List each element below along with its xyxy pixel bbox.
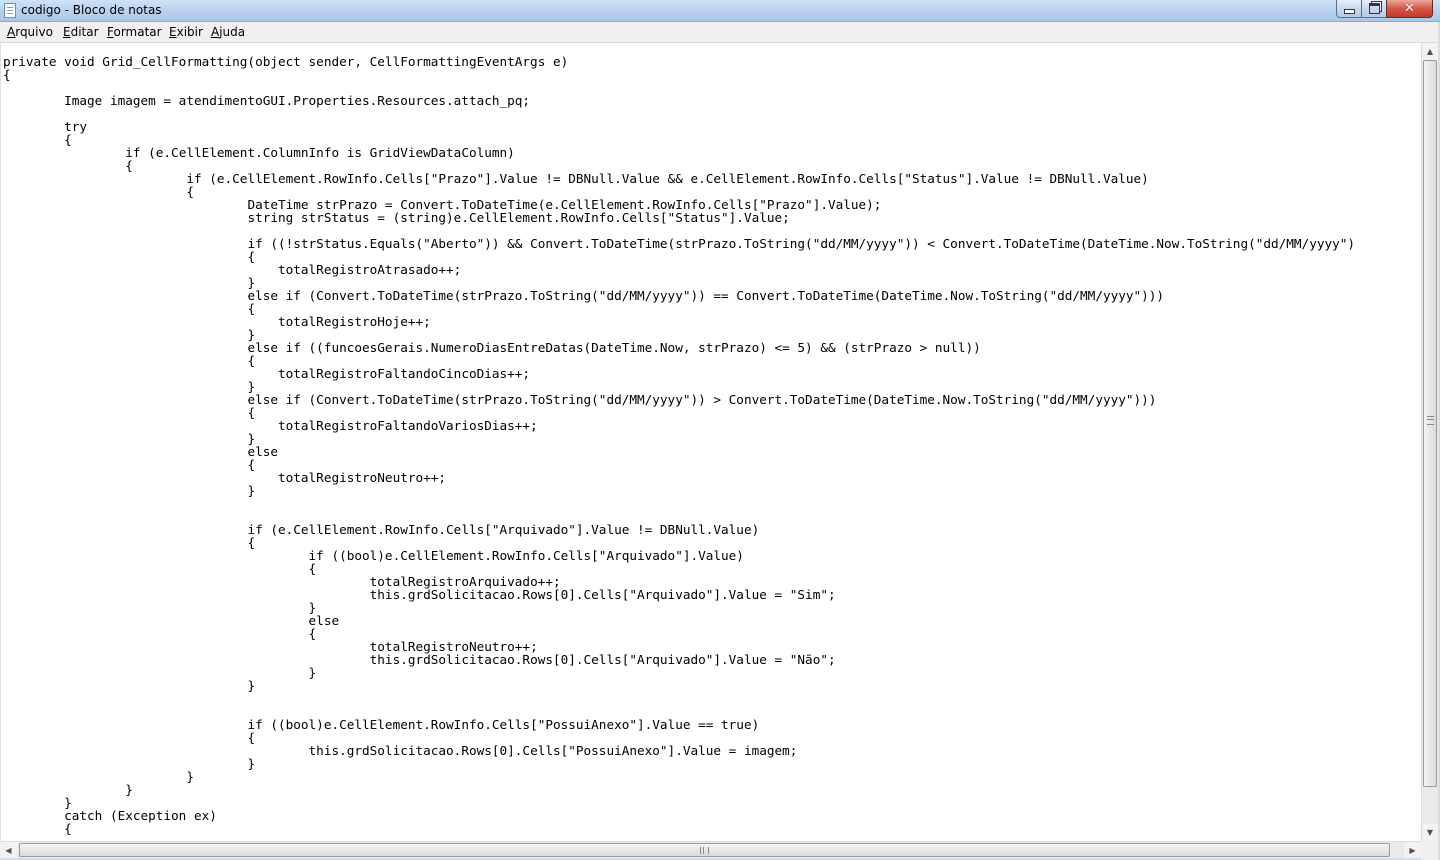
horizontal-scrollbar[interactable]: ◀ ▶ [0,841,1421,858]
minimize-button[interactable] [1336,0,1362,18]
grip-icon [700,847,709,854]
vertical-scroll-thumb[interactable] [1423,60,1437,787]
scroll-right-arrow-icon[interactable]: ▶ [1404,842,1421,858]
close-icon: ✕ [1404,0,1415,16]
vertical-scrollbar[interactable]: ▲ ▼ [1421,43,1438,841]
scroll-left-arrow-icon[interactable]: ◀ [0,842,17,858]
horizontal-scroll-thumb[interactable] [19,843,1390,857]
menu-exibir[interactable]: Exibir [169,25,203,39]
menu-bar: Arquivo Editar Formatar Exibir Ajuda [0,22,1440,43]
scroll-up-arrow-icon[interactable]: ▲ [1422,43,1438,60]
menu-ajuda[interactable]: Ajuda [211,25,245,39]
maximize-button[interactable] [1361,0,1387,18]
menu-formatar[interactable]: Formatar [107,25,162,39]
scroll-down-arrow-icon[interactable]: ▼ [1422,824,1438,841]
close-button[interactable]: ✕ [1386,0,1433,18]
title-bar[interactable]: codigo - Bloco de notas ✕ [0,0,1440,22]
window-title: codigo - Bloco de notas [21,3,162,17]
text-editor[interactable]: private void Grid_CellFormatting(object … [0,43,1421,841]
menu-arquivo[interactable]: Arquivo [7,25,53,39]
notepad-icon [4,3,16,18]
minimize-icon [1343,9,1355,14]
menu-editar[interactable]: Editar [63,25,99,39]
document-text[interactable]: private void Grid_CellFormatting(object … [3,55,1355,835]
restore-icon [1368,3,1380,14]
grip-icon [1427,416,1434,425]
